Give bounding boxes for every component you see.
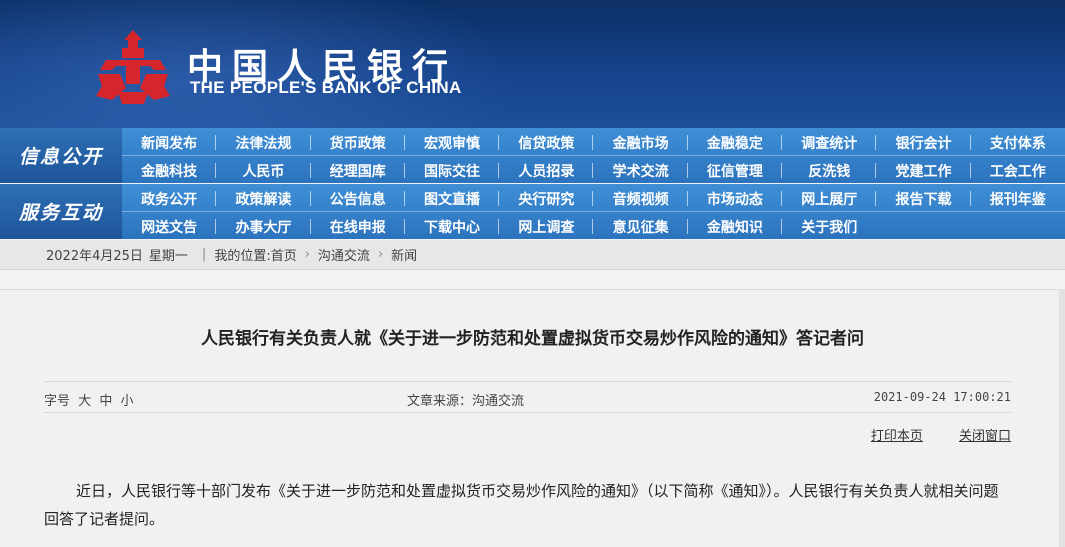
font-size-small-link[interactable]: 小 <box>120 394 133 409</box>
chevron-right-icon: › <box>304 247 310 262</box>
nav-item[interactable]: 金融科技 <box>122 157 217 184</box>
nav-item[interactable]: 网送文告 <box>122 213 217 240</box>
nav-item[interactable]: 政务公开 <box>122 185 217 212</box>
pboc-logo-icon[interactable] <box>92 26 174 108</box>
nav-item[interactable]: 银行会计 <box>876 129 971 156</box>
breadcrumb-section-link[interactable]: 沟通交流 <box>318 245 370 264</box>
scrollbar-track[interactable] <box>1059 289 1065 547</box>
nav-row: 新闻发布 法律法规 货币政策 宏观审慎 信贷政策 金融市场 金融稳定 调查统计 … <box>122 129 1065 156</box>
nav-divider <box>122 155 1065 156</box>
breadcrumb-home-link[interactable]: 首页 <box>271 245 297 264</box>
print-page-link[interactable]: 打印本页 <box>871 429 923 444</box>
font-size-controls: 字号 大 中 小 <box>44 390 133 409</box>
nav-item[interactable]: 在线申报 <box>311 213 406 240</box>
current-weekday: 星期一 <box>148 249 188 264</box>
nav-item[interactable]: 政策解读 <box>216 185 311 212</box>
main-nav: 信息公开 新闻发布 法律法规 货币政策 宏观审慎 信贷政策 金融市场 金融稳定 … <box>0 128 1065 239</box>
nav-item[interactable]: 经理国库 <box>311 157 406 184</box>
chevron-right-icon: › <box>377 247 384 262</box>
nav-category-service[interactable]: 服务互动 <box>0 184 122 239</box>
header-banner: 中国人民银行 THE PEOPLE'S BANK OF CHINA <box>0 0 1065 128</box>
article-meta-bar: 字号 大 中 小 文章来源：沟通交流 2021-09-24 17:00:21 <box>44 381 1011 413</box>
article-source: 文章来源：沟通交流 <box>407 394 525 409</box>
close-window-link[interactable]: 关闭窗口 <box>959 429 1011 444</box>
nav-item[interactable]: 关于我们 <box>782 213 876 240</box>
nav-item[interactable]: 报刊年鉴 <box>971 185 1065 212</box>
nav-block-info: 信息公开 新闻发布 法律法规 货币政策 宏观审慎 信贷政策 金融市场 金融稳定 … <box>0 128 1065 183</box>
nav-item[interactable]: 新闻发布 <box>122 129 217 156</box>
brand-name-en: THE PEOPLE'S BANK OF CHINA <box>190 78 462 97</box>
nav-row: 网送文告 办事大厅 在线申报 下载中心 网上调查 意见征集 金融知识 关于我们 <box>122 213 1065 240</box>
nav-item[interactable]: 人民币 <box>216 157 311 184</box>
breadcrumb-separator: | <box>201 247 207 262</box>
font-size-medium-link[interactable]: 中 <box>99 394 112 409</box>
nav-item[interactable]: 意见征集 <box>593 213 689 240</box>
nav-item[interactable]: 国际交往 <box>405 157 500 184</box>
nav-divider <box>122 211 1065 212</box>
nav-item[interactable]: 下载中心 <box>405 213 500 240</box>
nav-item[interactable]: 金融市场 <box>593 129 689 156</box>
nav-item[interactable]: 央行研究 <box>499 185 594 212</box>
article-title: 人民银行有关负责人就《关于进一步防范和处置虚拟货币交易炒作风险的通知》答记者问 <box>201 329 864 349</box>
article-paragraph: 近日，人民银行等十部门发布《关于进一步防范和处置虚拟货币交易炒作风险的通知》（以… <box>44 482 999 528</box>
nav-item[interactable]: 金融稳定 <box>688 129 783 156</box>
nav-item[interactable]: 图文直播 <box>405 185 500 212</box>
nav-item[interactable]: 信贷政策 <box>499 129 594 156</box>
nav-item[interactable]: 货币政策 <box>311 129 406 156</box>
nav-item[interactable]: 学术交流 <box>593 157 689 184</box>
article-panel: 人民银行有关负责人就《关于进一步防范和处置虚拟货币交易炒作风险的通知》答记者问 … <box>0 289 1065 547</box>
nav-item[interactable]: 调查统计 <box>782 129 877 156</box>
nav-item[interactable]: 公告信息 <box>311 185 406 212</box>
nav-item[interactable]: 宏观审慎 <box>405 129 500 156</box>
nav-item[interactable]: 人员招录 <box>499 157 594 184</box>
nav-item[interactable]: 支付体系 <box>971 129 1065 156</box>
nav-item[interactable]: 报告下载 <box>876 185 971 212</box>
nav-row: 金融科技 人民币 经理国库 国际交往 人员招录 学术交流 征信管理 反洗钱 党建… <box>122 157 1065 184</box>
nav-item[interactable]: 工会工作 <box>971 157 1065 184</box>
nav-item[interactable]: 反洗钱 <box>782 157 877 184</box>
breadcrumb: 2022年4月25日 星期一 | 我的位置: 首页 › 沟通交流 › 新闻 <box>0 240 1065 270</box>
nav-item[interactable]: 网上展厅 <box>782 185 877 212</box>
nav-item[interactable]: 音频视频 <box>593 185 689 212</box>
nav-item[interactable]: 征信管理 <box>688 157 783 184</box>
current-date: 2022年4月25日 <box>46 249 143 264</box>
nav-item[interactable]: 金融知识 <box>688 213 783 240</box>
nav-item[interactable]: 办事大厅 <box>216 213 311 240</box>
article-actions: 打印本页 关闭窗口 <box>839 425 1011 444</box>
nav-row: 政务公开 政策解读 公告信息 图文直播 央行研究 音频视频 市场动态 网上展厅 … <box>122 185 1065 212</box>
breadcrumb-page-link[interactable]: 新闻 <box>391 245 417 264</box>
font-size-large-link[interactable]: 大 <box>78 394 91 409</box>
nav-item[interactable]: 党建工作 <box>876 157 971 184</box>
nav-item[interactable]: 网上调查 <box>499 213 594 240</box>
article-datetime: 2021-09-24 17:00:21 <box>873 390 1011 404</box>
nav-item[interactable]: 市场动态 <box>688 185 783 212</box>
nav-block-service: 服务互动 政务公开 政策解读 公告信息 图文直播 央行研究 音频视频 市场动态 … <box>0 184 1065 239</box>
location-label: 我的位置: <box>214 249 271 264</box>
nav-category-info[interactable]: 信息公开 <box>0 128 122 183</box>
font-size-label: 字号 <box>44 394 71 409</box>
nav-item[interactable]: 法律法规 <box>216 129 311 156</box>
